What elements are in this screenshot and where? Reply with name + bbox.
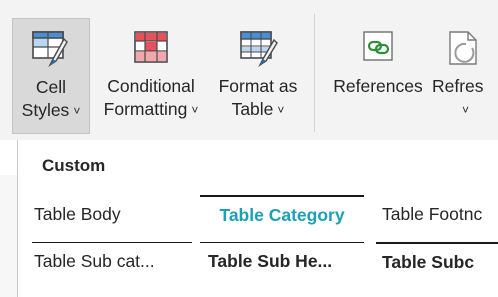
conditional-formatting-label-line2: Formatting — [103, 99, 188, 119]
references-button[interactable]: References — [328, 18, 428, 134]
chevron-down-icon: ˅ — [73, 104, 81, 118]
ribbon-group-separator — [314, 14, 315, 132]
cell-styles-gallery: Custom Table Body Table Category Table F… — [17, 140, 498, 297]
conditional-formatting-icon — [134, 31, 168, 63]
cell-styles-icon — [32, 31, 68, 68]
style-table-footnote[interactable]: Table Footnc — [376, 195, 498, 233]
cell-styles-label-line2: Styles — [21, 100, 70, 120]
section-title-custom: Custom — [42, 156, 106, 175]
format-as-table-label-line2: Table — [231, 99, 274, 119]
conditional-formatting-label-line1: Conditional — [107, 76, 195, 96]
format-as-table-button[interactable]: Format as Table ˅ — [212, 18, 304, 134]
chevron-down-icon: ˅ — [277, 103, 285, 117]
conditional-formatting-button[interactable]: Conditional Formatting ˅ — [98, 18, 204, 134]
cell-styles-button[interactable]: Cell Styles ˅ — [12, 18, 90, 134]
refresh-button[interactable]: Refres ˅ — [432, 18, 498, 134]
format-as-table-icon — [240, 31, 278, 68]
style-table-body[interactable]: Table Body — [32, 195, 194, 233]
style-table-sub-heading[interactable]: Table Sub He... — [200, 242, 364, 280]
refresh-icon — [449, 31, 477, 65]
ribbon: Cell Styles ˅ Conditional Formatting ˅ F… — [0, 0, 498, 140]
format-as-table-label-line1: Format as — [218, 76, 298, 96]
chevron-down-icon: ˅ — [191, 103, 199, 117]
references-icon — [363, 31, 393, 61]
sheet-background — [0, 175, 17, 297]
refresh-label: Refres — [432, 76, 484, 96]
cell-styles-label-line1: Cell — [35, 77, 67, 97]
references-label: References — [333, 76, 423, 96]
style-table-category[interactable]: Table Category — [200, 195, 364, 233]
style-table-subc[interactable]: Table Subc — [376, 242, 498, 280]
chevron-down-icon: ˅ — [462, 103, 470, 117]
style-table-sub-category[interactable]: Table Sub cat... — [32, 242, 192, 280]
